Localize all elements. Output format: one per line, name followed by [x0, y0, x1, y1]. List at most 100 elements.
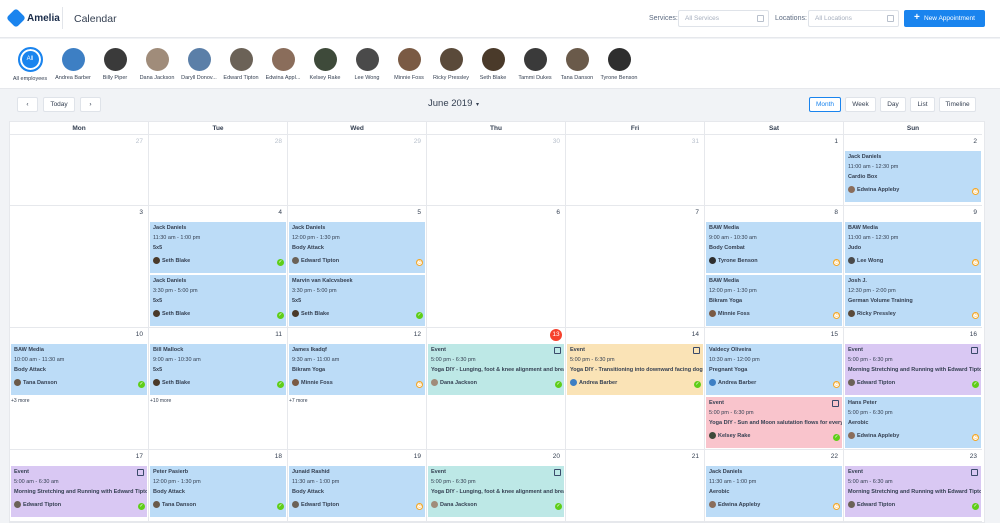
calendar-event[interactable]: Event 5:00 pm - 6:30 pm Yoga DIY - Sun and…	[706, 397, 842, 448]
top-header: Amelia Calendar Services: All Services L…	[0, 0, 1000, 38]
calendar-event[interactable]: Jack Daniels 12:00 pm - 1:30 pm Body Attac…	[289, 222, 425, 273]
day-cell[interactable]: 21	[566, 450, 705, 522]
day-cell[interactable]: 11 Bill Mallock 9:00 am - 10:30 am 5x5 Seth …	[149, 328, 288, 450]
event-title: Jack Daniels	[153, 278, 187, 284]
employee-avatar	[709, 501, 716, 508]
event-time: 12:00 pm - 1:30 pm	[709, 288, 757, 294]
day-cell[interactable]: 6	[427, 206, 566, 328]
calendar-event[interactable]: Jack Daniels 11:30 am - 1:00 pm Aerobic Edw…	[706, 466, 842, 517]
day-cell[interactable]: 29	[288, 135, 427, 206]
day-cell[interactable]: 7	[566, 206, 705, 328]
calendar-event[interactable]: BAW Media 11:00 am - 12:30 pm Judo Lee Wong…	[845, 222, 981, 273]
day-cell[interactable]: 10 BAW Media 10:00 am - 11:30 am Body Attac…	[10, 328, 149, 450]
day-cell[interactable]: 5 Jack Daniels 12:00 pm - 1:30 pm Body Atta…	[288, 206, 427, 328]
event-time: 12:00 pm - 1:30 pm	[153, 479, 201, 485]
view-month-button[interactable]: Month	[809, 97, 841, 112]
employee-avatar	[292, 257, 299, 264]
calendar-event[interactable]: Hans Peter 5:00 pm - 6:30 pm Aerobic Edwina…	[845, 397, 981, 448]
employee-name: Seth Blake	[301, 310, 330, 317]
approved-check-icon: ✓	[277, 312, 284, 319]
day-cell[interactable]: 16 Event 5:00 pm - 6:30 pm Morning Stretchi…	[844, 328, 982, 450]
day-cell[interactable]: 30	[427, 135, 566, 206]
day-cell[interactable]: 1	[705, 135, 844, 206]
services-placeholder: All Services	[685, 15, 719, 22]
event-time: 3:30 pm - 5:00 pm	[153, 288, 198, 294]
more-events-link[interactable]: +10 more	[150, 398, 171, 404]
services-select[interactable]: All Services	[678, 10, 769, 27]
day-cell[interactable]: 2 Jack Daniels 11:00 am - 12:30 pm Cardio B…	[844, 135, 982, 206]
day-cell[interactable]: 13 Event 5:00 pm - 6:30 pm Yoga DIY - Lungi…	[427, 328, 566, 450]
day-cell[interactable]: 15 Valdecy Oliveira 10:30 am - 12:00 pm Pre…	[705, 328, 844, 450]
calendar-event[interactable]: BAW Media 12:00 pm - 1:30 pm Bikram Yoga Mi…	[706, 275, 842, 326]
calendar-event[interactable]: Event 5:00 pm - 6:30 pm Yoga DIY - Transit…	[567, 344, 703, 395]
prev-month-button[interactable]: ‹	[17, 97, 38, 112]
day-cell[interactable]: 12 James Ikadqf 9:30 am - 11:00 am Bikram Y…	[288, 328, 427, 450]
employee-avatar	[14, 379, 21, 386]
day-cell[interactable]: 31	[566, 135, 705, 206]
day-cell[interactable]: 23 Event 5:00 am - 6:30 am Morning Stretchi…	[844, 450, 982, 522]
calendar-event[interactable]: Event 5:00 pm - 6:30 pm Yoga DIY - Lunging…	[428, 344, 564, 395]
view-list-button[interactable]: List	[910, 97, 935, 112]
more-events-link[interactable]: +7 more	[289, 398, 307, 404]
employee-avatar	[709, 379, 716, 386]
view-timeline-button[interactable]: Timeline	[939, 97, 976, 112]
more-events-link[interactable]: +3 more	[11, 398, 29, 404]
day-cell[interactable]: 22 Jack Daniels 11:30 am - 1:00 pm Aerobic E…	[705, 450, 844, 522]
calendar-event[interactable]: Jack Daniels 3:30 pm - 5:00 pm 5x5 Seth Bla…	[150, 275, 286, 326]
event-time: 5:00 pm - 6:30 pm	[570, 357, 615, 363]
day-cell[interactable]: 17 Event 5:00 am - 6:30 am Morning Stretchi…	[10, 450, 149, 522]
chevron-down-icon[interactable]: ▾	[476, 101, 479, 108]
calendar-event[interactable]: Jack Daniels 11:30 am - 1:00 pm 5x5 Seth Bl…	[150, 222, 286, 273]
day-cell[interactable]: 20 Event 5:00 pm - 6:30 pm Yoga DIY - Lungi…	[427, 450, 566, 522]
calendar-event[interactable]: James Ikadqf 9:30 am - 11:00 am Bikram Yog…	[289, 344, 425, 395]
day-cell[interactable]: 28	[149, 135, 288, 206]
calendar-event[interactable]: BAW Media 9:00 am - 10:30 am Body Combat Ty…	[706, 222, 842, 273]
day-cell[interactable]: 4 Jack Daniels 11:30 am - 1:00 pm 5x5 Seth B…	[149, 206, 288, 328]
event-service: Aerobic	[709, 489, 730, 495]
day-cell[interactable]: 27	[10, 135, 149, 206]
calendar-event[interactable]: Peter Pasierb 12:00 pm - 1:30 pm Body Atta…	[150, 466, 286, 517]
weekday-header: Sun	[844, 122, 982, 135]
calendar-event[interactable]: Event 5:00 pm - 6:30 pm Morning Stretching…	[845, 344, 981, 395]
calendar-event[interactable]: Junaid Rashid 11:30 am - 1:00 pm Body Atta…	[289, 466, 425, 517]
day-cell[interactable]: 18 Peter Pasierb 12:00 pm - 1:30 pm Body At…	[149, 450, 288, 522]
calendar-event[interactable]: Jack Daniels 11:00 am - 12:30 pm Cardio Bo…	[845, 151, 981, 202]
employee-name: Kelsey Rake	[718, 432, 751, 439]
event-time: 5:00 pm - 6:30 pm	[431, 479, 476, 485]
event-title: Event	[431, 347, 446, 353]
event-employee: Tana Danson	[153, 501, 286, 508]
today-button[interactable]: Today	[43, 97, 75, 112]
locations-select[interactable]: All Locations	[808, 10, 899, 27]
day-cell[interactable]: 14 Event 5:00 pm - 6:30 pm Yoga DIY - Trans…	[566, 328, 705, 450]
day-cell[interactable]: 9 BAW Media 11:00 am - 12:30 pm Judo Lee Won…	[844, 206, 982, 328]
view-week-button[interactable]: Week	[845, 97, 876, 112]
day-number: 28	[274, 138, 282, 145]
calendar-event[interactable]: Josh J. 12:30 pm - 2:00 pm German Volume T…	[845, 275, 981, 326]
event-time: 11:00 am - 12:30 pm	[848, 235, 899, 241]
month-title[interactable]: June 2019	[428, 98, 472, 109]
employee-filter-item[interactable]: Tyrone Benson	[593, 47, 645, 81]
event-service: Body Attack	[153, 489, 185, 495]
next-month-button[interactable]: ›	[80, 97, 101, 112]
calendar-event[interactable]: Event 5:00 pm - 6:30 pm Yoga DIY - Lunging…	[428, 466, 564, 517]
day-cell[interactable]: 8 BAW Media 9:00 am - 10:30 am Body Combat T…	[705, 206, 844, 328]
day-cell[interactable]: 3	[10, 206, 149, 328]
avatar	[271, 48, 295, 71]
calendar-event[interactable]: Event 5:00 am - 6:30 am Morning Stretching…	[11, 466, 147, 517]
new-appointment-button[interactable]: + New Appointment	[904, 10, 985, 27]
calendar-event[interactable]: BAW Media 10:00 am - 11:30 am Body Attack T…	[11, 344, 147, 395]
event-title: Event	[431, 469, 446, 475]
employee-avatar	[431, 501, 438, 508]
calendar-event[interactable]: Valdecy Oliveira 10:30 am - 12:00 pm Pregn…	[706, 344, 842, 395]
calendar-event[interactable]: Bill Mallock 9:00 am - 10:30 am 5x5 Seth Bl…	[150, 344, 286, 395]
event-employee: Ricky Pressley	[848, 310, 981, 317]
calendar-event[interactable]: Event 5:00 am - 6:30 am Morning Stretching…	[845, 466, 981, 517]
view-day-button[interactable]: Day	[880, 97, 906, 112]
day-cell[interactable]: 19 Junaid Rashid 11:30 am - 1:00 pm Body At…	[288, 450, 427, 522]
event-service: 5x5	[153, 245, 163, 251]
event-time: 11:30 am - 1:00 pm	[153, 235, 201, 241]
event-employee: Edward Tipton	[292, 501, 425, 508]
calendar-event[interactable]: Marvin van Kalcvsbeek 3:30 pm - 5:00 pm 5x…	[289, 275, 425, 326]
approved-check-icon: ✓	[972, 503, 979, 510]
event-calendar-icon	[971, 347, 978, 354]
